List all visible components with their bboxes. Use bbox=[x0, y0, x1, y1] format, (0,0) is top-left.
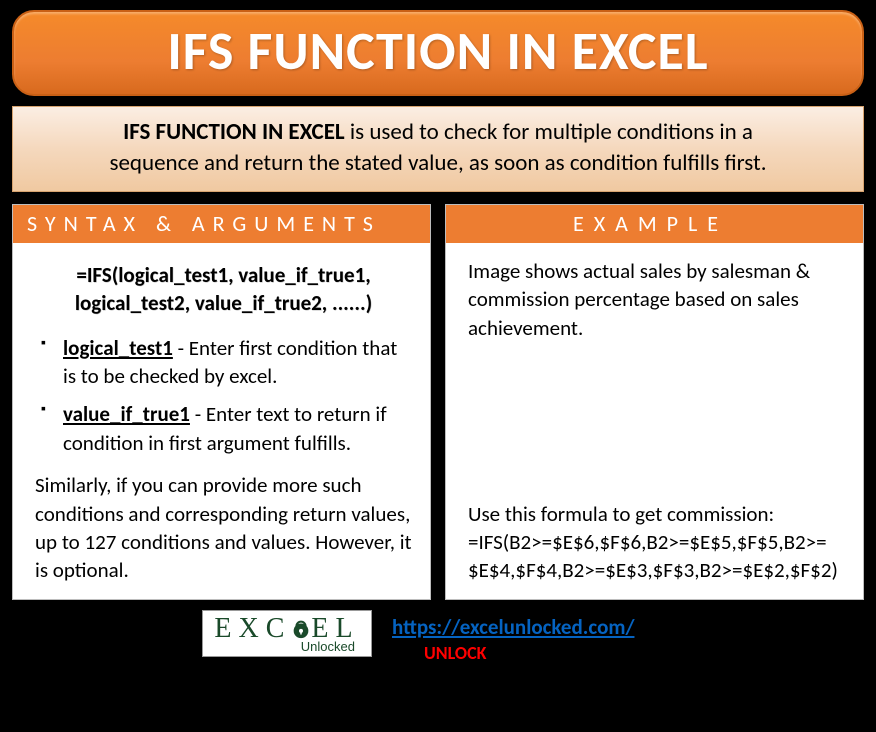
description-lead: IFS FUNCTION IN EXCEL bbox=[123, 118, 345, 146]
footer: EXC EL Unlocked https://excelunlocked.co… bbox=[12, 610, 864, 664]
arg-name: value_if_true1 bbox=[63, 401, 190, 427]
logo-text-mid: C bbox=[266, 615, 292, 643]
argument-item: value_if_true1 - Enter text to return if… bbox=[41, 400, 412, 457]
title-bar: IFS FUNCTION IN EXCEL bbox=[12, 10, 864, 96]
syntax-line-2: logical_test2, value_if_true2, ......) bbox=[75, 290, 372, 316]
syntax-line-1: =IFS(logical_test1, value_if_true1, bbox=[76, 262, 370, 288]
description-box: IFS FUNCTION IN EXCEL is used to check f… bbox=[12, 106, 864, 192]
example-header: EXAMPLE bbox=[446, 205, 863, 243]
footer-link[interactable]: https://excelunlocked.com/ bbox=[392, 614, 634, 640]
syntax-formula: =IFS(logical_test1, value_if_true1, logi… bbox=[35, 257, 412, 334]
example-body: Image shows actual sales by salesman & c… bbox=[446, 243, 863, 598]
syntax-header: SYNTAX & ARGUMENTS bbox=[13, 205, 430, 243]
example-formula-block: Use this formula to get commission: =IFS… bbox=[468, 500, 845, 585]
argument-list: logical_test1 - Enter first condition th… bbox=[35, 334, 412, 457]
syntax-note: Similarly, if you can provide more such … bbox=[35, 471, 412, 584]
example-formula-label: Use this formula to get commission: bbox=[468, 500, 845, 528]
logo: EXC EL Unlocked bbox=[202, 610, 372, 657]
lock-icon bbox=[289, 617, 313, 641]
content-columns: SYNTAX & ARGUMENTS =IFS(logical_test1, v… bbox=[12, 204, 864, 599]
example-formula: =IFS(B2>=$E$6,$F$6,B2>=$E$5,$F$5,B2>=$E$… bbox=[468, 528, 845, 585]
arg-name: logical_test1 bbox=[63, 335, 173, 361]
footer-links: https://excelunlocked.com/ UNLOCK bbox=[392, 610, 634, 664]
logo-subtext: Unlocked bbox=[301, 639, 361, 654]
example-card: EXAMPLE Image shows actual sales by sale… bbox=[445, 204, 864, 599]
footer-unlock: UNLOCK bbox=[392, 642, 634, 664]
description-text-2: sequence and return the stated value, as… bbox=[109, 149, 766, 177]
syntax-body: =IFS(logical_test1, value_if_true1, logi… bbox=[13, 243, 430, 598]
logo-text-pre: EX bbox=[214, 615, 265, 643]
page-title: IFS FUNCTION IN EXCEL bbox=[14, 18, 862, 84]
syntax-card: SYNTAX & ARGUMENTS =IFS(logical_test1, v… bbox=[12, 204, 431, 599]
example-intro: Image shows actual sales by salesman & c… bbox=[468, 257, 845, 342]
argument-item: logical_test1 - Enter first condition th… bbox=[41, 334, 412, 391]
example-image-placeholder bbox=[468, 352, 845, 499]
description-text-1: is used to check for multiple conditions… bbox=[345, 118, 753, 146]
